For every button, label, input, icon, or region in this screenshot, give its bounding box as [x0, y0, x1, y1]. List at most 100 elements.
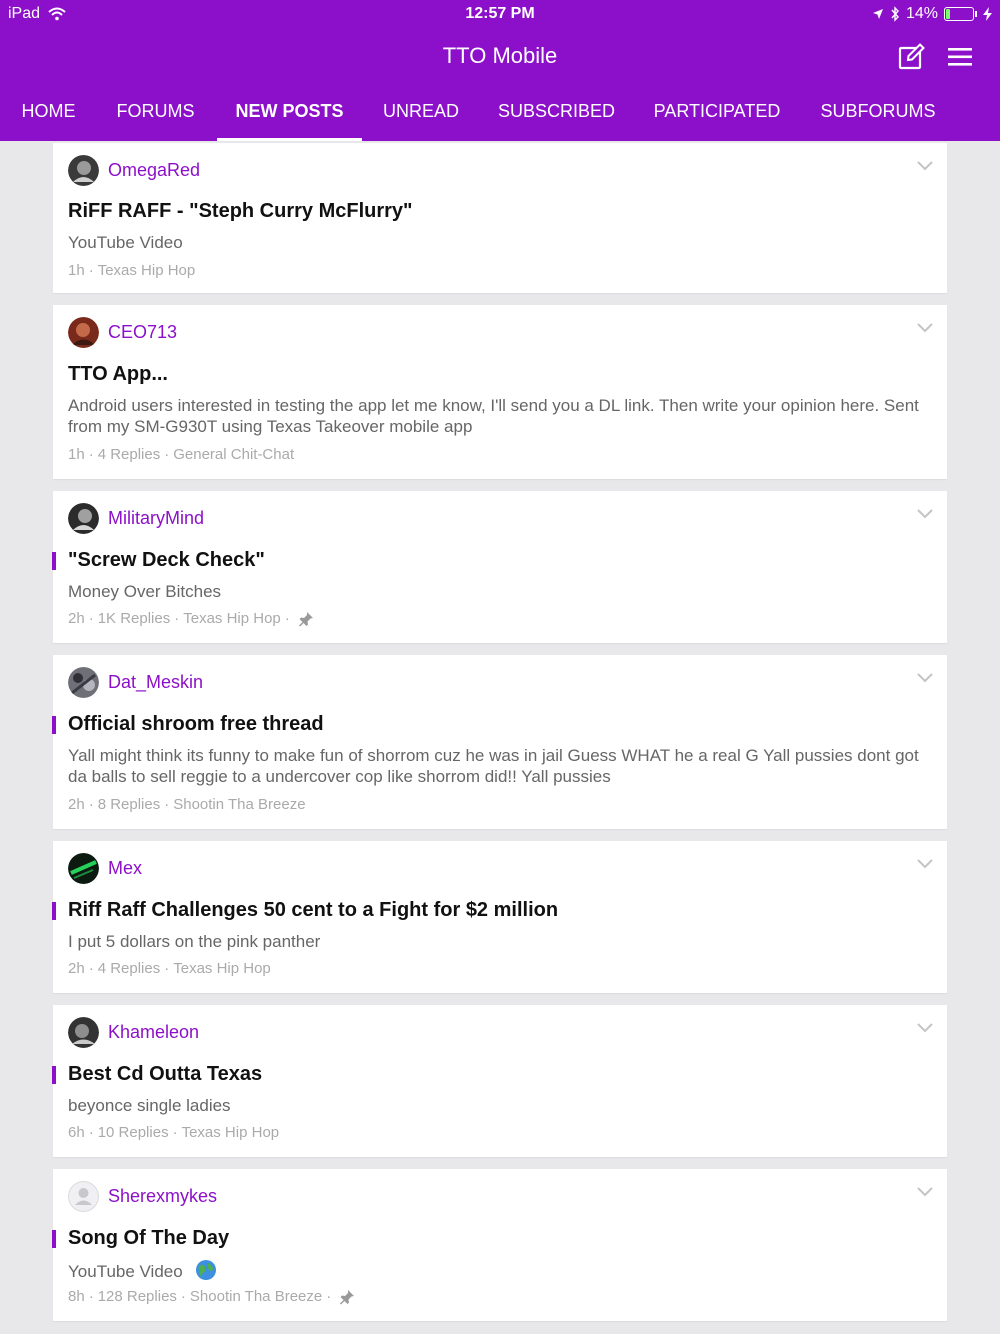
- post-title[interactable]: RiFF RAFF - "Steph Curry McFlurry": [68, 200, 413, 223]
- post-card[interactable]: Mex Riff Raff Challenges 50 cent to a Fi…: [52, 841, 947, 993]
- tab-forums[interactable]: FORUMS: [97, 88, 214, 141]
- charging-bolt-icon: [983, 7, 992, 21]
- status-bar: iPad 12:57 PM 14%: [0, 0, 1000, 28]
- app-header: iPad 12:57 PM 14% TTO Mobile HOME FORUMS…: [0, 0, 1000, 141]
- bluetooth-icon: [891, 6, 899, 22]
- pin-icon: [298, 611, 313, 626]
- meta-separator: ·: [88, 1124, 94, 1141]
- post-title[interactable]: Official shroom free thread: [68, 713, 324, 736]
- post-forum[interactable]: Texas Hip Hop: [173, 960, 271, 977]
- app-title: TTO Mobile: [442, 43, 558, 68]
- avatar-green-icon: [68, 853, 99, 884]
- user-avatar[interactable]: [68, 1181, 99, 1212]
- post-forum[interactable]: Shootin Tha Breeze: [190, 1288, 322, 1305]
- post-time: 8h: [68, 1288, 85, 1305]
- post-forum[interactable]: Texas Hip Hop: [183, 610, 281, 627]
- chevron-down-icon[interactable]: [917, 1023, 933, 1033]
- chevron-down-icon[interactable]: [917, 859, 933, 869]
- post-meta: 1h · Texas Hip Hop: [68, 262, 195, 279]
- post-card[interactable]: Sherexmykes Song Of The Day YouTube Vide…: [52, 1169, 947, 1321]
- tab-new-posts[interactable]: NEW POSTS: [217, 88, 362, 141]
- globe-icon: [196, 1260, 217, 1280]
- post-title[interactable]: TTO App...: [68, 363, 168, 386]
- post-meta: 2h · 8 Replies · Shootin Tha Breeze: [68, 796, 306, 813]
- post-time: 2h: [68, 960, 85, 977]
- post-forum[interactable]: Texas Hip Hop: [98, 262, 196, 279]
- post-card[interactable]: MilitaryMind "Screw Deck Check" Money Ov…: [52, 491, 947, 643]
- user-avatar[interactable]: [68, 317, 99, 348]
- post-username[interactable]: Mex: [108, 858, 142, 879]
- post-username[interactable]: Sherexmykes: [108, 1186, 217, 1207]
- meta-separator: ·: [172, 1124, 178, 1141]
- post-username[interactable]: Khameleon: [108, 1022, 199, 1043]
- post-username[interactable]: CEO713: [108, 322, 177, 343]
- meta-separator: ·: [88, 262, 94, 279]
- menu-icon[interactable]: [945, 42, 975, 72]
- battery-icon: [944, 7, 974, 21]
- post-meta: 2h · 1K Replies · Texas Hip Hop ·: [68, 610, 314, 627]
- unread-marker: [52, 552, 56, 570]
- post-forum[interactable]: Shootin Tha Breeze: [173, 796, 305, 813]
- post-meta: 1h · 4 Replies · General Chit-Chat: [68, 446, 294, 463]
- pin-icon: [340, 1289, 355, 1304]
- post-card[interactable]: OmegaRed RiFF RAFF - "Steph Curry McFlur…: [53, 143, 947, 293]
- meta-separator: ·: [88, 610, 94, 627]
- avatar-dark-icon: [68, 503, 99, 534]
- avatar-grey-icon: [68, 667, 99, 698]
- tab-bar: HOME FORUMS NEW POSTS UNREAD SUBSCRIBED …: [0, 88, 1000, 141]
- post-replies: 4 Replies: [97, 446, 161, 463]
- tab-subforums[interactable]: SUBFORUMS: [801, 88, 955, 141]
- chevron-down-icon[interactable]: [917, 509, 933, 519]
- meta-separator: ·: [164, 446, 170, 463]
- post-username[interactable]: Dat_Meskin: [108, 672, 203, 693]
- avatar-default-icon: [68, 1181, 99, 1212]
- post-card[interactable]: Dat_Meskin Official shroom free thread Y…: [52, 655, 947, 829]
- user-avatar[interactable]: [68, 667, 99, 698]
- post-preview: Android users interested in testing the …: [68, 396, 919, 436]
- chevron-down-icon[interactable]: [917, 673, 933, 683]
- meta-separator: ·: [284, 610, 290, 627]
- post-time: 2h: [68, 796, 85, 813]
- post-title[interactable]: Song Of The Day: [68, 1227, 229, 1250]
- user-avatar[interactable]: [68, 1017, 99, 1048]
- user-avatar[interactable]: [68, 155, 99, 186]
- avatar-dark-icon: [68, 155, 99, 186]
- unread-marker: [52, 1230, 56, 1248]
- tab-participated[interactable]: PARTICIPATED: [633, 88, 801, 141]
- tab-subscribed[interactable]: SUBSCRIBED: [480, 88, 633, 141]
- post-meta: 8h · 128 Replies · Shootin Tha Breeze ·: [68, 1288, 355, 1305]
- post-replies: 128 Replies: [97, 1288, 177, 1305]
- user-avatar[interactable]: [68, 853, 99, 884]
- status-right: 14%: [872, 5, 992, 23]
- unread-marker: [52, 902, 56, 920]
- post-title[interactable]: Best Cd Outta Texas: [68, 1063, 262, 1086]
- chevron-down-icon[interactable]: [917, 323, 933, 333]
- post-time: 6h: [68, 1124, 85, 1141]
- post-replies: 8 Replies: [97, 796, 161, 813]
- unread-marker: [52, 1066, 56, 1084]
- location-arrow-icon: [872, 9, 883, 19]
- status-time: 12:57 PM: [465, 5, 535, 22]
- post-title[interactable]: Riff Raff Challenges 50 cent to a Fight …: [68, 899, 558, 922]
- post-card[interactable]: Khameleon Best Cd Outta Texas beyonce si…: [52, 1005, 947, 1157]
- compose-icon[interactable]: [896, 42, 926, 72]
- post-preview-text: YouTube Video: [68, 1262, 183, 1281]
- post-meta: 2h · 4 Replies · Texas Hip Hop: [68, 960, 271, 977]
- tab-unread[interactable]: UNREAD: [362, 88, 480, 141]
- battery-cap: [975, 11, 977, 17]
- post-username[interactable]: OmegaRed: [108, 160, 200, 181]
- title-bar: TTO Mobile: [0, 34, 1000, 78]
- battery-level: [946, 9, 950, 19]
- chevron-down-icon[interactable]: [917, 161, 933, 171]
- chevron-down-icon[interactable]: [917, 1187, 933, 1197]
- tab-home[interactable]: HOME: [0, 88, 97, 141]
- user-avatar[interactable]: [68, 503, 99, 534]
- post-forum[interactable]: General Chit-Chat: [173, 446, 294, 463]
- post-card[interactable]: CEO713 TTO App... Android users interest…: [53, 305, 947, 479]
- post-forum[interactable]: Texas Hip Hop: [182, 1124, 280, 1141]
- post-username[interactable]: MilitaryMind: [108, 508, 204, 529]
- post-preview: YouTube Video: [68, 233, 183, 252]
- post-preview: Money Over Bitches: [68, 582, 222, 601]
- post-title[interactable]: "Screw Deck Check": [68, 549, 265, 572]
- meta-separator: ·: [164, 796, 170, 813]
